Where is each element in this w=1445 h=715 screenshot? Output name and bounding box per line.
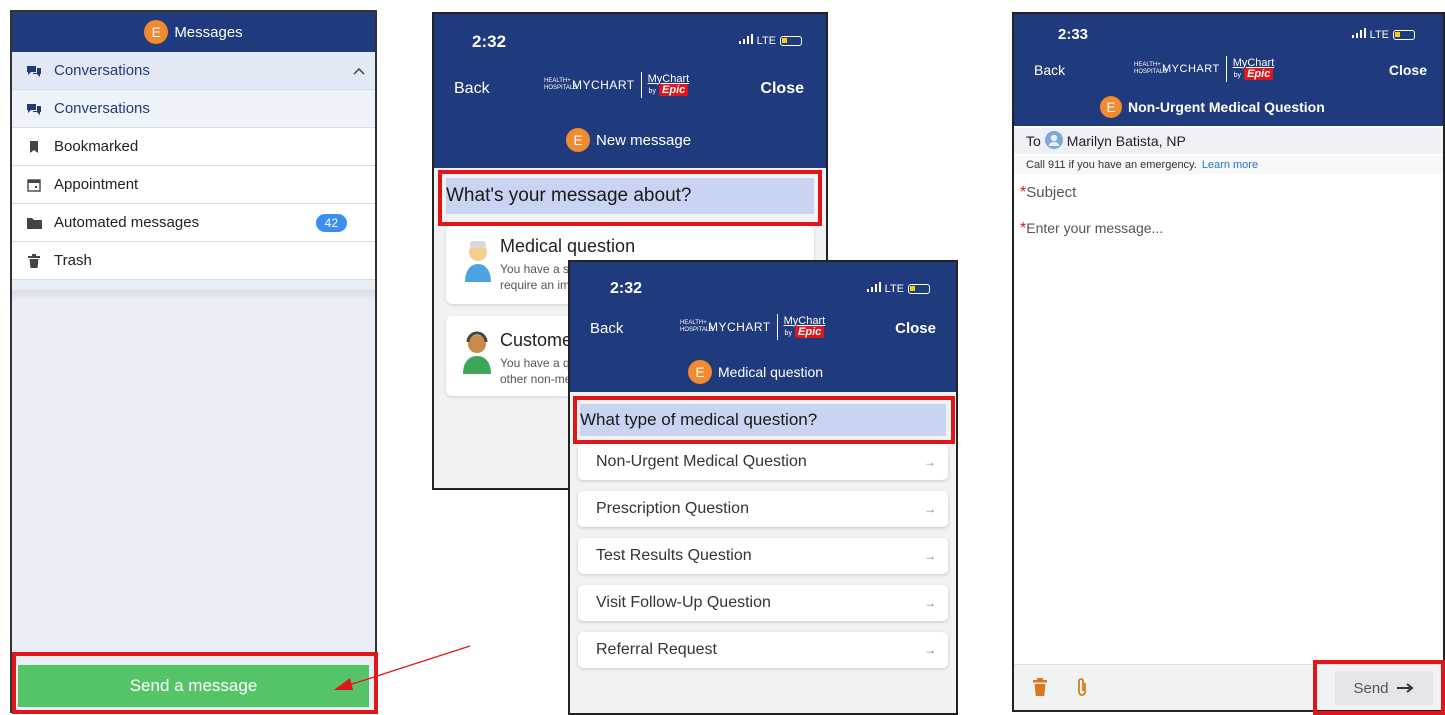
sidebar-item-label: Automated messages <box>54 214 200 231</box>
sidebar-item-conversations[interactable]: Conversations <box>12 90 375 128</box>
bookmark-icon <box>26 139 42 155</box>
option-title: Medical question <box>500 236 636 256</box>
option-description: other non-me <box>500 372 572 386</box>
app-header: 2:33 LTE Back Close HEALTH+ HOSPITALS MY… <box>1014 14 1443 126</box>
to-label: To <box>1026 133 1041 149</box>
battery-icon <box>908 283 930 294</box>
option-referral-request[interactable]: Referral Request → <box>578 632 948 668</box>
recipient-avatar-icon <box>1044 130 1063 152</box>
question-heading: What's your message about? <box>446 178 814 214</box>
mychart-logo: HEALTH+ HOSPITALS MYCHART MyChart by Epic <box>1134 56 1274 82</box>
folder-icon <box>26 215 42 231</box>
sidebar-item-appointment[interactable]: Appointment <box>12 166 375 204</box>
page-title: Messages <box>174 23 243 41</box>
send-arrow-icon <box>1396 680 1415 697</box>
send-button[interactable]: Send <box>1335 671 1433 705</box>
sidebar-item-automated-messages[interactable]: Automated messages 42 <box>12 204 375 242</box>
doctor-icon <box>462 238 494 287</box>
option-prescription-question[interactable]: Prescription Question → <box>578 491 948 527</box>
divider <box>12 290 375 300</box>
network-label: LTE <box>756 34 776 47</box>
support-agent-icon <box>460 330 494 379</box>
close-button[interactable]: Close <box>895 320 936 337</box>
messages-screen: E Messages Conversations Conversations B… <box>10 10 377 713</box>
status-time: 2:33 <box>1058 26 1089 43</box>
signal-icon <box>738 34 753 47</box>
sidebar-item-label: Trash <box>54 252 92 269</box>
app-header: 2:32 LTE Back Close HEALTH+ HOSPITALS MY… <box>570 262 956 392</box>
option-test-results-question[interactable]: Test Results Question → <box>578 538 948 574</box>
screen-title: E Non-Urgent Medical Question <box>1100 96 1325 118</box>
close-button[interactable]: Close <box>1389 62 1427 78</box>
avatar[interactable]: E <box>566 128 590 152</box>
emergency-notice: Call 911 if you have an emergency. Learn… <box>1014 156 1443 174</box>
option-description: You have a s <box>500 262 569 276</box>
avatar[interactable]: E <box>144 20 169 44</box>
arrow-right-icon: → <box>924 549 936 563</box>
avatar[interactable]: E <box>1100 96 1122 118</box>
question-heading: What type of medical question? <box>580 404 946 436</box>
status-indicators: LTE <box>1351 28 1415 41</box>
messages-header: E Messages <box>12 12 375 52</box>
status-time: 2:32 <box>472 32 507 51</box>
compose-message-screen: 2:33 LTE Back Close HEALTH+ HOSPITALS MY… <box>1012 12 1445 712</box>
conversations-section-header[interactable]: Conversations <box>12 52 375 90</box>
trash-icon <box>26 253 42 269</box>
signal-icon <box>1351 28 1366 41</box>
chat-bubbles-icon <box>26 63 42 79</box>
recipient-name: Marilyn Batista, NP <box>1066 133 1186 149</box>
option-visit-follow-up-question[interactable]: Visit Follow-Up Question → <box>578 585 948 621</box>
message-body-field[interactable]: *Enter your message... <box>1020 220 1163 238</box>
trash-icon[interactable] <box>1032 678 1048 701</box>
back-button[interactable]: Back <box>454 80 490 98</box>
sidebar-item-trash[interactable]: Trash <box>12 242 375 280</box>
sidebar-item-label: Appointment <box>54 176 139 193</box>
app-header: 2:32 LTE Back Close HEALTH+ HOSPITALS MY… <box>434 14 826 168</box>
signal-icon <box>866 282 881 295</box>
mychart-logo: HEALTH+ HOSPITALS MYCHART MyChart by Epic <box>680 314 825 340</box>
sidebar-item-bookmarked[interactable]: Bookmarked <box>12 128 375 166</box>
arrow-right-icon: → <box>924 643 936 657</box>
screen-title: E New message <box>566 128 691 152</box>
subject-field[interactable]: *Subject <box>1020 184 1076 202</box>
network-label: LTE <box>1369 28 1389 41</box>
battery-icon <box>780 35 802 46</box>
battery-icon <box>1393 29 1415 40</box>
arrow-right-icon: → <box>924 502 936 516</box>
back-button[interactable]: Back <box>1034 62 1065 78</box>
recipient-row[interactable]: To Marilyn Batista, NP <box>1014 128 1443 154</box>
status-indicators: LTE <box>738 34 802 47</box>
arrow-right-icon: → <box>924 455 936 469</box>
status-time: 2:32 <box>610 280 643 297</box>
attachment-icon[interactable] <box>1076 677 1088 702</box>
avatar[interactable]: E <box>688 360 712 384</box>
sidebar-item-label: Bookmarked <box>54 138 139 155</box>
back-button[interactable]: Back <box>590 320 623 337</box>
arrow-right-icon: → <box>924 596 936 610</box>
send-a-message-button[interactable]: Send a message <box>18 665 369 707</box>
option-non-urgent-medical-question[interactable]: Non-Urgent Medical Question → <box>578 444 948 480</box>
unread-count-badge: 42 <box>315 213 347 232</box>
status-indicators: LTE <box>866 282 930 295</box>
option-description: require an im <box>500 278 571 292</box>
network-label: LTE <box>884 282 904 295</box>
option-title: Custome <box>500 330 573 350</box>
chat-bubbles-icon <box>26 101 42 117</box>
screen-title: E Medical question <box>688 360 823 384</box>
section-label: Conversations <box>54 62 150 79</box>
pointer-arrow <box>334 645 471 690</box>
sidebar-item-label: Conversations <box>54 100 150 117</box>
medical-question-screen: 2:32 LTE Back Close HEALTH+ HOSPITALS MY… <box>568 260 958 715</box>
close-button[interactable]: Close <box>760 80 804 98</box>
compose-toolbar: Send <box>1014 664 1443 710</box>
calendar-icon <box>26 177 42 193</box>
chevron-up-icon[interactable] <box>353 62 365 79</box>
option-description: You have a q <box>500 356 570 370</box>
learn-more-link[interactable]: Learn more <box>1202 159 1258 171</box>
mychart-logo: HEALTH+ HOSPITALS MYCHART MyChart by Epic <box>544 72 689 98</box>
